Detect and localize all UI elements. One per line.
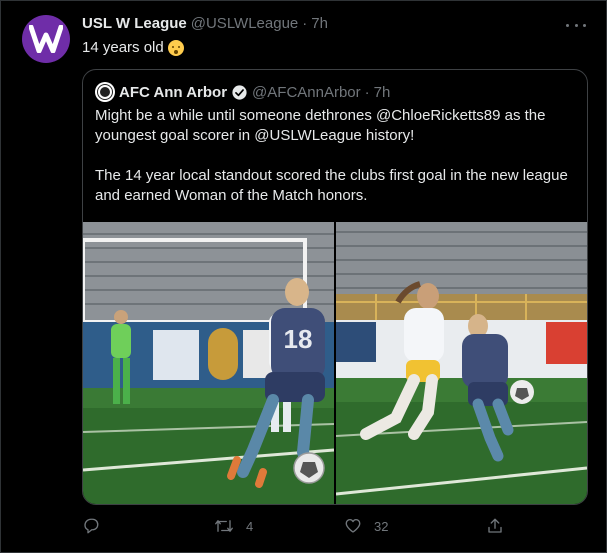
- more-options-icon[interactable]: [566, 17, 586, 33]
- tweet[interactable]: USL W League @USLWLeague · 7h 14 years o…: [0, 0, 607, 553]
- quoted-paragraph-2: The 14 year local standout scored the cl…: [95, 167, 568, 204]
- reply-icon: [84, 518, 99, 534]
- author-name[interactable]: USL W League: [82, 15, 187, 32]
- quoted-separator: ·: [364, 83, 370, 101]
- tweet-time[interactable]: 7h: [311, 15, 328, 32]
- retweet-icon: [215, 520, 233, 532]
- heart-icon: [345, 518, 361, 533]
- quoted-text: Might be a while until someone dethrones…: [95, 106, 577, 206]
- reply-button[interactable]: [82, 517, 112, 535]
- usl-w-logo-icon: [29, 25, 63, 53]
- tweet-text-content: 14 years old: [82, 39, 164, 56]
- retweet-button[interactable]: 4: [214, 517, 253, 535]
- separator: ·: [302, 15, 308, 32]
- like-count: 32: [374, 518, 389, 534]
- photo-dribble[interactable]: [336, 222, 587, 504]
- photo-player-18[interactable]: 18: [83, 222, 334, 504]
- svg-text:18: 18: [284, 324, 313, 354]
- quoted-header: AFC Ann Arbor @AFCAnnArbor · 7h: [95, 82, 390, 102]
- media-grid: 18: [83, 222, 587, 504]
- verified-badge-icon: [232, 84, 247, 100]
- tweet-actions: 4 32: [82, 517, 588, 541]
- share-icon: [488, 518, 502, 533]
- share-button[interactable]: [486, 517, 516, 535]
- retweet-count: 4: [246, 518, 254, 534]
- tweet-text: 14 years old: [82, 39, 184, 56]
- quoted-author-name[interactable]: AFC Ann Arbor: [119, 84, 227, 101]
- quoted-tweet[interactable]: AFC Ann Arbor @AFCAnnArbor · 7h Might be…: [82, 69, 588, 505]
- quoted-time[interactable]: 7h: [374, 84, 391, 101]
- quoted-author-handle[interactable]: @AFCAnnArbor: [252, 84, 361, 101]
- quoted-paragraph-1: Might be a while until someone dethrones…: [95, 107, 546, 144]
- author-handle[interactable]: @USLWLeague: [191, 15, 299, 32]
- usl-w-league-avatar[interactable]: [22, 15, 70, 63]
- afc-ann-arbor-avatar[interactable]: [95, 82, 115, 102]
- tweet-header: USL W League @USLWLeague · 7h: [82, 15, 328, 35]
- exploding-head-emoji-icon: [167, 39, 184, 56]
- like-button[interactable]: 32: [344, 517, 388, 535]
